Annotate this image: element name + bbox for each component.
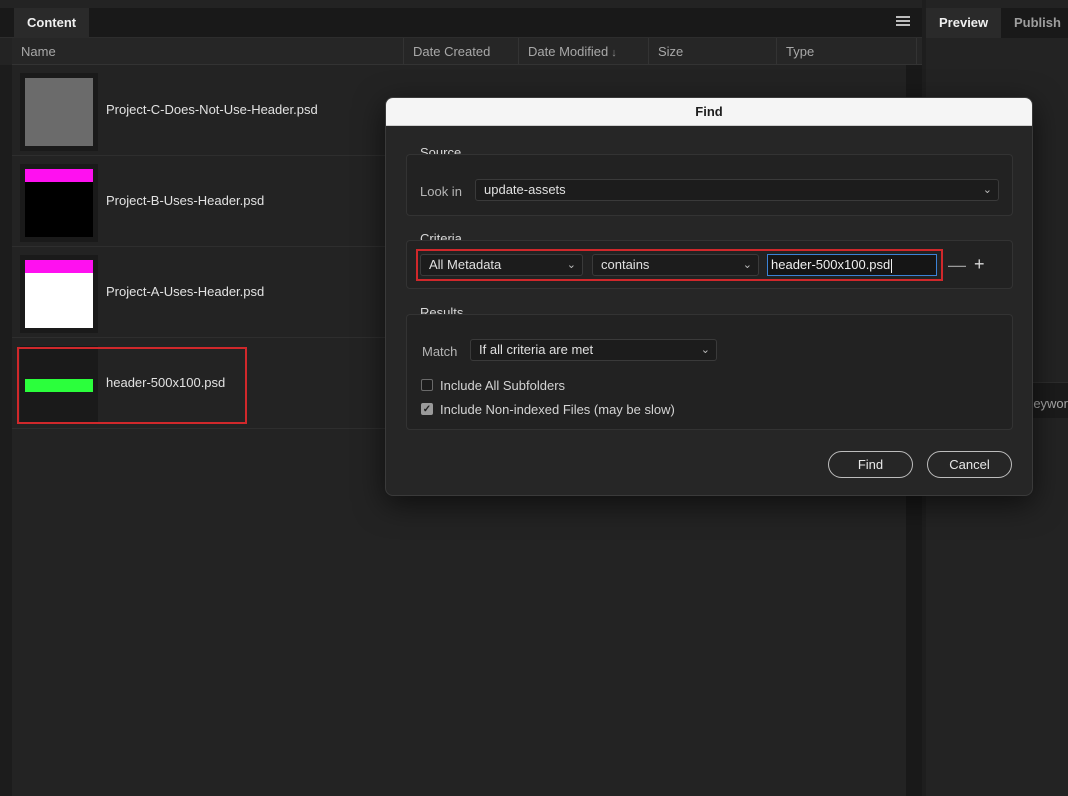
thumbnail: [25, 169, 93, 237]
column-date-created[interactable]: Date Created: [404, 38, 519, 65]
tab-keywords[interactable]: eywor: [1033, 396, 1068, 411]
tab-publish[interactable]: Publish: [1001, 8, 1068, 38]
include-subfolders-label: Include All Subfolders: [440, 378, 566, 393]
column-name[interactable]: Name: [12, 38, 404, 65]
match-label: Match: [422, 344, 458, 359]
thumbnail: [25, 78, 93, 146]
dialog-title: Find: [386, 98, 1032, 126]
add-criteria-icon[interactable]: +: [974, 255, 985, 273]
thumbnail: [25, 260, 93, 328]
look-in-label: Look in: [420, 184, 462, 199]
criteria-highlight-box: [416, 249, 943, 281]
thumbnail-frame: [20, 73, 98, 151]
find-dialog: Find Source Look in update-assets ⌄ Crit…: [385, 97, 1033, 496]
column-size[interactable]: Size: [649, 38, 777, 65]
chevron-down-icon: ⌄: [700, 344, 710, 356]
sort-arrow-icon: ↓: [611, 47, 617, 59]
tab-preview[interactable]: Preview: [926, 8, 1002, 38]
thumbnail-frame: [20, 164, 98, 242]
left-gutter: [0, 65, 12, 796]
thumbnail-band: [25, 169, 93, 182]
look-in-value: update-assets: [484, 182, 566, 197]
panel-menu-icon[interactable]: [896, 16, 910, 30]
include-subfolders-checkbox[interactable]: [421, 379, 433, 391]
match-dropdown[interactable]: If all criteria are met ⌄: [470, 339, 717, 361]
right-panel-header: Preview Publish: [926, 8, 1068, 38]
column-date-modified[interactable]: Date Modified ↓: [519, 38, 649, 65]
item-name: Project-A-Uses-Header.psd: [106, 284, 265, 299]
thumbnail-frame: [20, 255, 98, 333]
content-panel-header: Content: [0, 8, 922, 38]
include-nonindexed-checkbox[interactable]: ✓: [421, 403, 433, 415]
look-in-dropdown[interactable]: update-assets ⌄: [475, 179, 999, 201]
match-value: If all criteria are met: [479, 342, 594, 357]
column-header: Name Date Created Date Modified ↓ Size Ty…: [12, 38, 930, 65]
item-name: Project-C-Does-Not-Use-Header.psd: [106, 102, 318, 117]
column-type[interactable]: Type: [777, 38, 917, 65]
item-name: Project-B-Uses-Header.psd: [106, 193, 265, 208]
cancel-button[interactable]: Cancel: [927, 451, 1012, 478]
tab-content[interactable]: Content: [14, 8, 90, 38]
remove-criteria-icon[interactable]: —: [948, 256, 966, 274]
thumbnail-band: [25, 260, 93, 273]
column-date-modified-label: Date Modified: [528, 44, 609, 59]
chevron-down-icon: ⌄: [982, 184, 992, 196]
item-highlight-box: [17, 347, 247, 424]
find-button[interactable]: Find: [828, 451, 913, 478]
include-nonindexed-label: Include Non-indexed Files (may be slow): [440, 402, 675, 417]
